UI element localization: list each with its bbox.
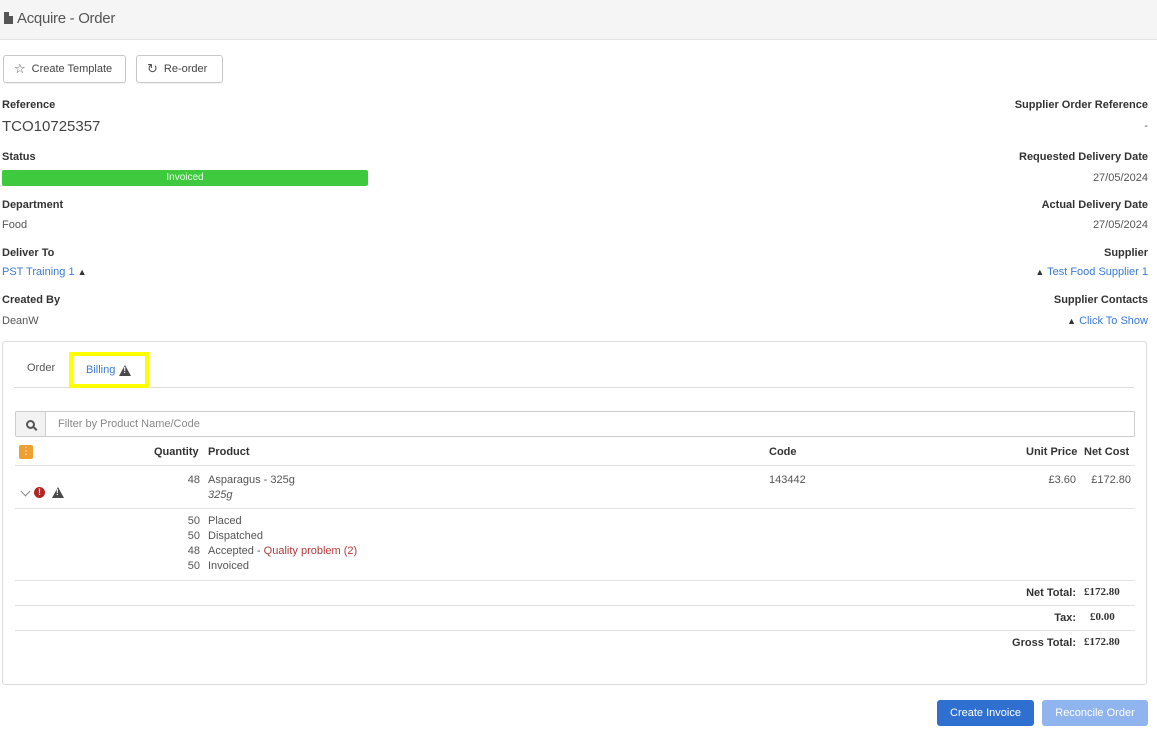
invoiced-qty: 50 bbox=[187, 560, 200, 572]
tab-billing-label: Billing bbox=[86, 364, 116, 376]
tax-value: £0.00 bbox=[1090, 611, 1115, 623]
supplier-contacts-link[interactable]: ▲ Click To Show bbox=[1067, 315, 1148, 327]
search-addon bbox=[16, 412, 46, 436]
order-panel bbox=[2, 341, 1147, 685]
divider bbox=[15, 630, 1135, 631]
supplier-ref-label: Supplier Order Reference bbox=[1014, 99, 1148, 111]
page-title: Acquire - Order bbox=[17, 10, 116, 27]
search-input[interactable] bbox=[47, 412, 1127, 436]
row-net-cost: £172.80 bbox=[1091, 474, 1131, 486]
create-template-label: Create Template bbox=[31, 63, 113, 75]
gross-total-value: £172.80 bbox=[1084, 636, 1120, 648]
divider bbox=[15, 580, 1135, 581]
product-filter bbox=[15, 411, 1135, 437]
row-code: 143442 bbox=[769, 474, 806, 486]
redo-icon: ↻ bbox=[147, 61, 158, 76]
tax-label: Tax: bbox=[1054, 612, 1076, 624]
requested-date-value: 27/05/2024 bbox=[1092, 172, 1148, 184]
reorder-button[interactable]: ↻ Re-order bbox=[136, 55, 223, 83]
supplier-link[interactable]: ▲ Test Food Supplier 1 bbox=[1035, 266, 1148, 278]
create-template-button[interactable]: ☆ Create Template bbox=[3, 55, 126, 83]
department-value: Food bbox=[2, 219, 28, 231]
reorder-label: Re-order bbox=[163, 63, 208, 75]
supplier-ref-value: - bbox=[1144, 120, 1148, 132]
actual-date-label: Actual Delivery Date bbox=[1041, 199, 1148, 211]
placed-qty: 50 bbox=[187, 515, 200, 527]
reference-value: TCO10725357 bbox=[2, 118, 101, 135]
accepted-line: Accepted - Quality problem (2) bbox=[208, 545, 357, 557]
tab-billing[interactable]: Billing bbox=[69, 352, 149, 388]
error-icon: ! bbox=[34, 487, 45, 498]
chevron-up-icon: ▲ bbox=[77, 267, 87, 277]
column-net-cost: Net Cost bbox=[1084, 446, 1130, 458]
status-label: Status bbox=[2, 151, 36, 163]
placed-label: Placed bbox=[208, 515, 242, 527]
created-by-label: Created By bbox=[2, 294, 61, 306]
title-bar: Acquire - Order bbox=[0, 0, 1157, 40]
column-code: Code bbox=[769, 446, 797, 458]
invoiced-label: Invoiced bbox=[208, 560, 249, 572]
row-unit-price: £3.60 bbox=[1048, 474, 1076, 486]
row-quantity: 48 bbox=[187, 474, 200, 486]
net-total-value: £172.80 bbox=[1084, 586, 1120, 598]
divider bbox=[15, 508, 1135, 509]
column-product: Product bbox=[208, 446, 250, 458]
status-bar: Invoiced bbox=[2, 170, 368, 186]
accepted-qty: 48 bbox=[187, 545, 200, 557]
row-product: Asparagus - 325g bbox=[208, 474, 295, 486]
separator: - bbox=[253, 545, 264, 557]
search-icon bbox=[26, 419, 35, 429]
warning-icon bbox=[119, 364, 132, 376]
requested-date-label: Requested Delivery Date bbox=[1019, 151, 1148, 163]
reference-label: Reference bbox=[2, 99, 56, 111]
expand-all-icon[interactable]: ⋮ bbox=[19, 445, 33, 459]
star-icon: ☆ bbox=[14, 61, 26, 76]
create-invoice-button[interactable]: Create Invoice bbox=[937, 700, 1034, 726]
supplier-label: Supplier bbox=[1103, 247, 1148, 259]
divider bbox=[15, 465, 1135, 466]
supplier-contacts-label: Supplier Contacts bbox=[1053, 294, 1148, 306]
chevron-up-icon: ▲ bbox=[1035, 267, 1045, 277]
supplier-value: Test Food Supplier 1 bbox=[1047, 266, 1148, 278]
net-total-label: Net Total: bbox=[1026, 587, 1076, 599]
deliver-to-link[interactable]: PST Training 1 ▲ bbox=[2, 266, 87, 278]
tab-bar: Order Billing bbox=[14, 352, 1134, 388]
dispatched-label: Dispatched bbox=[208, 530, 264, 542]
accepted-label: Accepted bbox=[208, 545, 254, 557]
chevron-up-icon: ▲ bbox=[1067, 316, 1077, 326]
deliver-to-label: Deliver To bbox=[2, 247, 55, 259]
supplier-contacts-value: Click To Show bbox=[1079, 315, 1148, 327]
deliver-to-value: PST Training 1 bbox=[2, 266, 75, 278]
reconcile-order-button[interactable]: Reconcile Order bbox=[1042, 700, 1148, 726]
quality-problem-link[interactable]: Quality problem (2) bbox=[264, 545, 358, 557]
created-by-value: DeanW bbox=[2, 315, 39, 327]
department-label: Department bbox=[2, 199, 64, 211]
warning-icon bbox=[52, 487, 64, 498]
dispatched-qty: 50 bbox=[187, 530, 200, 542]
divider bbox=[15, 605, 1135, 606]
column-unit-price: Unit Price bbox=[1026, 446, 1078, 458]
document-icon bbox=[4, 12, 13, 24]
gross-total-label: Gross Total: bbox=[1012, 637, 1076, 649]
tab-order[interactable]: Order bbox=[27, 362, 55, 374]
actual-date-value: 27/05/2024 bbox=[1092, 219, 1148, 231]
row-product-size: 325g bbox=[208, 489, 233, 501]
column-quantity: Quantity bbox=[154, 446, 199, 458]
